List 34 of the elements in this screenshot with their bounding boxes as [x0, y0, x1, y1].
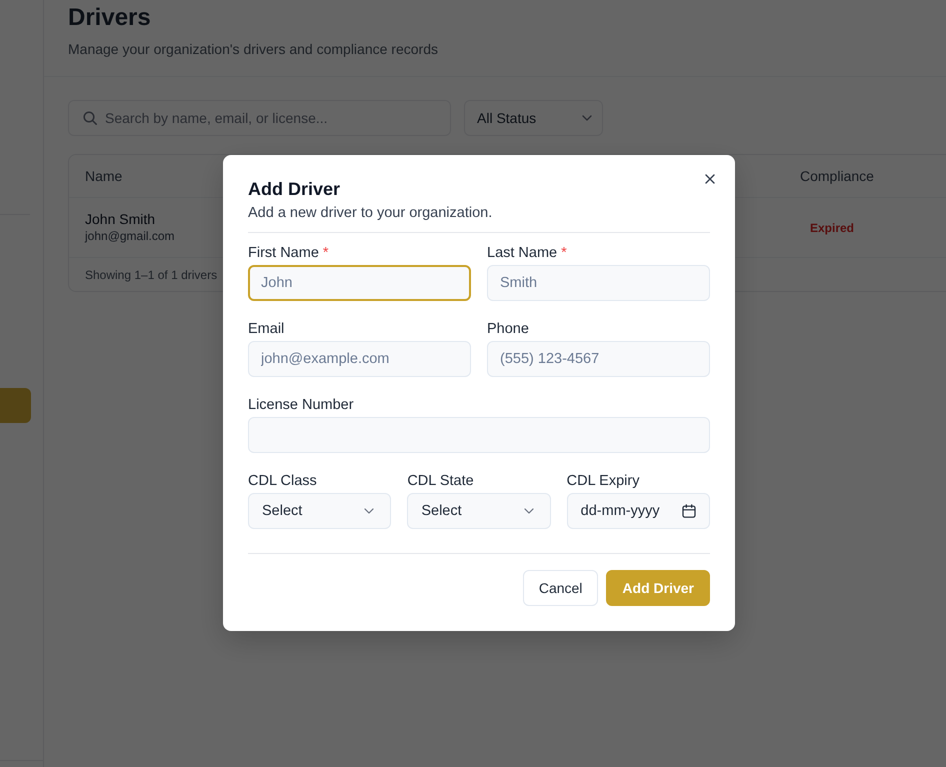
- select-field[interactable]: Select: [407, 493, 551, 529]
- select-field[interactable]: Select: [248, 493, 392, 529]
- field-label: Phone: [487, 321, 529, 337]
- required-mark: *: [561, 245, 567, 261]
- chevron-down-icon: [524, 508, 534, 514]
- search-field[interactable]: Search by name, email, or license...: [68, 100, 451, 136]
- search-input[interactable]: Search by name, email, or license...: [105, 110, 436, 126]
- close-icon: [705, 174, 715, 184]
- page-subtitle: Manage your organization's drivers and compliance records: [68, 40, 439, 59]
- pagination-info: Showing 1–1 of 1 drivers: [85, 268, 218, 282]
- sidebar-nav-item[interactable]: [0, 388, 31, 423]
- driver-email: john@gmail.com: [85, 228, 175, 245]
- compliance-status: Expired: [810, 220, 854, 234]
- column-header: Name: [85, 168, 122, 184]
- input-field[interactable]: John: [248, 265, 471, 301]
- dialog-subtitle: Add a new driver to your organization.: [248, 204, 494, 223]
- driver-name: John Smith: [85, 210, 156, 228]
- field-label: License Number: [248, 397, 354, 413]
- field-label: First Name: [248, 245, 319, 261]
- calendar-icon: [682, 504, 696, 518]
- search-icon: [83, 111, 97, 125]
- field-label: CDL Class: [248, 473, 317, 489]
- field-label: Last Name: [487, 245, 558, 261]
- required-mark: *: [322, 245, 329, 261]
- cancel-button[interactable]: Cancel: [522, 570, 598, 606]
- date-field[interactable]: dd-mm-yyyy: [566, 493, 710, 529]
- dialog-title: Add Driver: [248, 178, 342, 201]
- field-label: Email: [248, 321, 284, 337]
- field-label: CDL State: [407, 473, 474, 489]
- chevron-down-icon: [364, 508, 374, 514]
- page-title: Drivers: [68, 3, 152, 33]
- column-header: Compliance: [800, 168, 874, 184]
- chevron-down-icon: [582, 115, 592, 121]
- field-label: CDL Expiry: [566, 473, 640, 489]
